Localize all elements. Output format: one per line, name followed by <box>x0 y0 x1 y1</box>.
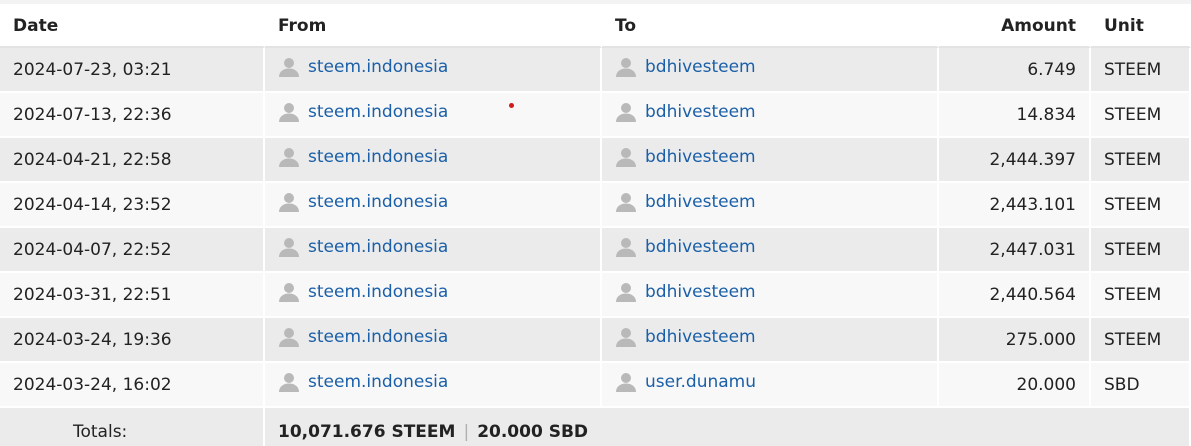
to-account-link[interactable]: bdhivesteem <box>645 192 756 212</box>
transfers-table: Date From To Amount Unit 2024-07-23, 03:… <box>0 6 1191 446</box>
from-account-link[interactable]: steem.indonesia <box>308 237 448 257</box>
row-to: bdhivesteem <box>602 228 939 273</box>
top-divider <box>0 0 1191 4</box>
from-account-link[interactable]: steem.indonesia <box>308 282 448 302</box>
user-icon <box>616 283 636 302</box>
table-row: 2024-04-14, 23:52 steem.indonesia bdhive… <box>0 183 1191 228</box>
user-icon <box>279 238 299 257</box>
to-account-link[interactable]: bdhivesteem <box>645 102 756 122</box>
column-header-from: From <box>265 6 602 48</box>
row-unit: STEEM <box>1091 228 1191 273</box>
row-unit: STEEM <box>1091 138 1191 183</box>
totals-sbd: 20.000 SBD <box>477 422 589 442</box>
row-from: steem.indonesia <box>265 228 602 273</box>
user-icon <box>616 238 636 257</box>
transfers-panel: Date From To Amount Unit 2024-07-23, 03:… <box>0 0 1191 446</box>
row-from: steem.indonesia <box>265 48 602 93</box>
row-unit: STEEM <box>1091 183 1191 228</box>
from-account-link[interactable]: steem.indonesia <box>308 102 448 122</box>
user-icon <box>279 103 299 122</box>
row-from: steem.indonesia <box>265 273 602 318</box>
table-row: 2024-03-31, 22:51 steem.indonesia bdhive… <box>0 273 1191 318</box>
row-from: steem.indonesia <box>265 138 602 183</box>
row-amount: 2,447.031 <box>939 228 1091 273</box>
totals-row: Totals: 10,071.676 STEEM | 20.000 SBD <box>0 408 1191 446</box>
row-date: 2024-04-21, 22:58 <box>0 138 265 183</box>
table-row: 2024-07-23, 03:21 steem.indonesia bdhive… <box>0 48 1191 93</box>
user-icon <box>279 58 299 77</box>
table-header-row: Date From To Amount Unit <box>0 6 1191 48</box>
table-row: 2024-03-24, 16:02 steem.indonesia user.d… <box>0 363 1191 408</box>
row-unit: STEEM <box>1091 273 1191 318</box>
to-account-link[interactable]: bdhivesteem <box>645 237 756 257</box>
from-account-link[interactable]: steem.indonesia <box>308 147 448 167</box>
row-amount: 6.749 <box>939 48 1091 93</box>
column-header-unit: Unit <box>1091 6 1191 48</box>
user-icon <box>616 328 636 347</box>
table-row: 2024-04-07, 22:52 steem.indonesia bdhive… <box>0 228 1191 273</box>
row-to: bdhivesteem <box>602 318 939 363</box>
row-unit: STEEM <box>1091 318 1191 363</box>
row-to: bdhivesteem <box>602 48 939 93</box>
to-account-link[interactable]: user.dunamu <box>645 372 756 392</box>
to-account-link[interactable]: bdhivesteem <box>645 57 756 77</box>
row-date: 2024-04-14, 23:52 <box>0 183 265 228</box>
column-header-date: Date <box>0 6 265 48</box>
row-amount: 20.000 <box>939 363 1091 408</box>
row-date: 2024-04-07, 22:52 <box>0 228 265 273</box>
totals-separator: | <box>463 422 470 442</box>
row-unit: STEEM <box>1091 93 1191 138</box>
totals-label-cell: Totals: <box>0 408 265 446</box>
from-account-link[interactable]: steem.indonesia <box>308 327 448 347</box>
row-from: steem.indonesia <box>265 183 602 228</box>
row-to: bdhivesteem <box>602 93 939 138</box>
totals-label: Totals: <box>73 422 128 442</box>
totals-value-cell: 10,071.676 STEEM | 20.000 SBD <box>265 408 1191 446</box>
from-account-link[interactable]: steem.indonesia <box>308 192 448 212</box>
from-account-link[interactable]: steem.indonesia <box>308 57 448 77</box>
row-to: user.dunamu <box>602 363 939 408</box>
table-row: 2024-03-24, 19:36 steem.indonesia bdhive… <box>0 318 1191 363</box>
user-icon <box>279 193 299 212</box>
to-account-link[interactable]: bdhivesteem <box>645 147 756 167</box>
row-to: bdhivesteem <box>602 183 939 228</box>
user-icon <box>279 373 299 392</box>
row-date: 2024-03-31, 22:51 <box>0 273 265 318</box>
row-unit: STEEM <box>1091 48 1191 93</box>
user-icon <box>279 283 299 302</box>
marker-dot <box>509 103 514 108</box>
totals-steem: 10,071.676 STEEM <box>278 422 456 442</box>
row-amount: 14.834 <box>939 93 1091 138</box>
user-icon <box>616 58 636 77</box>
row-amount: 275.000 <box>939 318 1091 363</box>
row-date: 2024-07-23, 03:21 <box>0 48 265 93</box>
row-amount: 2,440.564 <box>939 273 1091 318</box>
row-to: bdhivesteem <box>602 138 939 183</box>
column-header-amount: Amount <box>939 6 1091 48</box>
row-date: 2024-03-24, 16:02 <box>0 363 265 408</box>
row-to: bdhivesteem <box>602 273 939 318</box>
row-amount: 2,443.101 <box>939 183 1091 228</box>
table-row: 2024-04-21, 22:58 steem.indonesia bdhive… <box>0 138 1191 183</box>
user-icon <box>616 103 636 122</box>
user-icon <box>279 328 299 347</box>
row-from: steem.indonesia <box>265 93 602 138</box>
user-icon <box>279 148 299 167</box>
row-date: 2024-07-13, 22:36 <box>0 93 265 138</box>
user-icon <box>616 193 636 212</box>
row-amount: 2,444.397 <box>939 138 1091 183</box>
row-unit: SBD <box>1091 363 1191 408</box>
to-account-link[interactable]: bdhivesteem <box>645 282 756 302</box>
user-icon <box>616 148 636 167</box>
column-header-to: To <box>602 6 939 48</box>
from-account-link[interactable]: steem.indonesia <box>308 372 448 392</box>
to-account-link[interactable]: bdhivesteem <box>645 327 756 347</box>
row-date: 2024-03-24, 19:36 <box>0 318 265 363</box>
user-icon <box>616 373 636 392</box>
row-from: steem.indonesia <box>265 363 602 408</box>
row-from: steem.indonesia <box>265 318 602 363</box>
table-row: 2024-07-13, 22:36 steem.indonesia bdhive… <box>0 93 1191 138</box>
